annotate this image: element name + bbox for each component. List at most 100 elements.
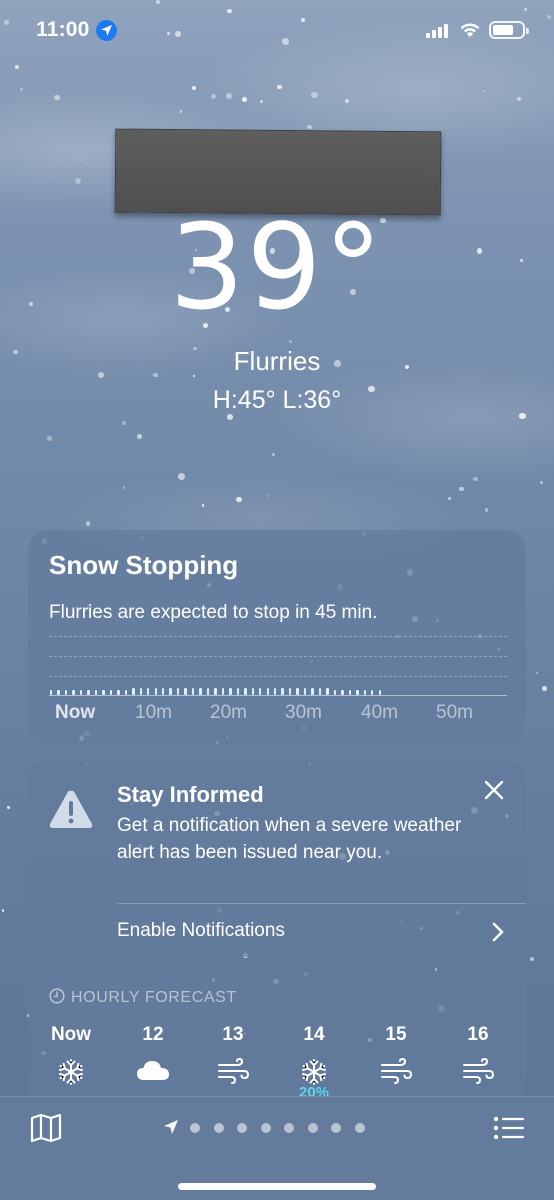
page-dot[interactable] [284, 1123, 294, 1133]
snowflake [47, 435, 53, 441]
snowflake [1, 908, 5, 912]
snowflake [434, 967, 438, 971]
snowflake [259, 100, 264, 104]
snowflake-icon [41, 1058, 101, 1088]
home-indicator [178, 1183, 376, 1190]
cloud-icon [123, 1058, 183, 1088]
chevron-right-icon[interactable] [492, 922, 504, 942]
hour-label: Now [50, 1024, 92, 1045]
wind-icon [203, 1057, 263, 1088]
list-icon[interactable] [493, 1115, 525, 1141]
snowflake [178, 473, 185, 481]
snowflake [266, 495, 269, 498]
snowflake [311, 91, 318, 99]
precipitation-bar [311, 688, 314, 695]
precipitation-bar [162, 688, 165, 695]
precipitation-bar [139, 688, 142, 695]
snowflake [15, 65, 19, 70]
precipitation-bar [296, 688, 299, 695]
wifi-icon [460, 23, 480, 37]
precipitation-bar [378, 690, 381, 695]
precipitation-bar [87, 690, 90, 695]
page-dot[interactable] [260, 1123, 271, 1133]
snowflake [78, 158, 82, 162]
divider [117, 903, 526, 904]
x-axis-tick-label: 50m [436, 702, 473, 723]
snowflake [536, 672, 539, 675]
precipitation-bar [94, 690, 98, 695]
precipitation-bar [326, 688, 329, 695]
snowflake [307, 124, 312, 130]
hourly-forecast-item: 16 [448, 1024, 508, 1088]
precipitation-bar [117, 690, 120, 695]
snowflake [179, 110, 183, 113]
snowflake [226, 414, 234, 421]
page-dot[interactable] [190, 1123, 200, 1133]
hour-label: 14 [303, 1024, 325, 1045]
map-icon[interactable] [29, 1113, 63, 1143]
precipitation-bar [72, 690, 75, 695]
enable-notifications-button[interactable]: Enable Notifications [117, 920, 285, 942]
precipitation-bar [132, 688, 135, 695]
snowflake [74, 177, 81, 184]
snowflake [540, 481, 543, 485]
snowflake [241, 96, 247, 102]
snowflake [484, 508, 488, 512]
clock-icon [49, 988, 65, 1004]
precipitation-bar [64, 690, 68, 695]
snowflake [191, 86, 196, 90]
page-dot[interactable] [354, 1123, 365, 1133]
warning-triangle-icon [49, 790, 93, 828]
page-dot[interactable] [237, 1123, 247, 1133]
precipitation-bar [266, 688, 269, 695]
location-arrow-icon [96, 20, 117, 41]
x-axis-tick-label: 30m [285, 702, 322, 723]
current-location-arrow-icon [164, 1120, 178, 1134]
notification-prompt-card: Stay Informed Get a notification when a … [28, 760, 526, 957]
precipitation-bar [244, 688, 247, 695]
precipitation-bar [102, 690, 105, 695]
precipitation-bar [348, 690, 352, 695]
precipitation-bar [214, 688, 217, 695]
hourly-forecast-item: 12 [123, 1024, 183, 1088]
precipitation-bar [333, 690, 337, 695]
cellular-signal-icon [426, 24, 450, 38]
hourly-forecast-title: HOURLY FORECAST [71, 989, 237, 1006]
current-condition: Flurries [233, 346, 321, 376]
page-dot[interactable] [331, 1123, 341, 1133]
close-icon[interactable] [482, 778, 506, 802]
hour-label: 12 [142, 1024, 164, 1045]
precipitation-bar [288, 688, 292, 695]
page-dot[interactable] [307, 1123, 318, 1133]
precipitation-bar [318, 688, 322, 695]
hourly-forecast-item: 14 20% [284, 1024, 344, 1101]
snowflake [85, 521, 91, 526]
snowflake [529, 956, 535, 962]
precipitation-bar [281, 688, 284, 695]
x-axis-tick-label: 20m [210, 702, 247, 723]
precipitation-bar [206, 688, 210, 695]
snowflake [122, 421, 127, 426]
precipitation-bar [363, 690, 366, 695]
hour-label: 13 [222, 1024, 244, 1045]
snowflake [482, 89, 486, 92]
precipitation-bar [124, 690, 128, 695]
precipitation-card[interactable]: Snow Stopping Flurries are expected to s… [28, 530, 526, 744]
precipitation-bar [303, 688, 307, 695]
precipitation-bar [169, 688, 172, 695]
snowflake [122, 486, 126, 490]
precipitation-bar [341, 690, 344, 695]
snowflake [137, 434, 142, 439]
high-low-temperature: H:45° L:36° [212, 386, 342, 414]
alert-title: Stay Informed [117, 782, 264, 807]
hour-label: 15 [385, 1024, 407, 1045]
snowflake [272, 452, 275, 456]
precipitation-bar [199, 688, 202, 695]
snowflake [447, 496, 452, 501]
page-dot[interactable] [213, 1123, 224, 1133]
precipitation-x-axis: Now 10m 20m 30m 40m 50m [49, 702, 509, 728]
precipitation-bar [109, 690, 113, 695]
snowflake [6, 806, 10, 809]
precipitation-bar [356, 690, 359, 695]
x-axis-tick-label: 10m [135, 702, 172, 723]
